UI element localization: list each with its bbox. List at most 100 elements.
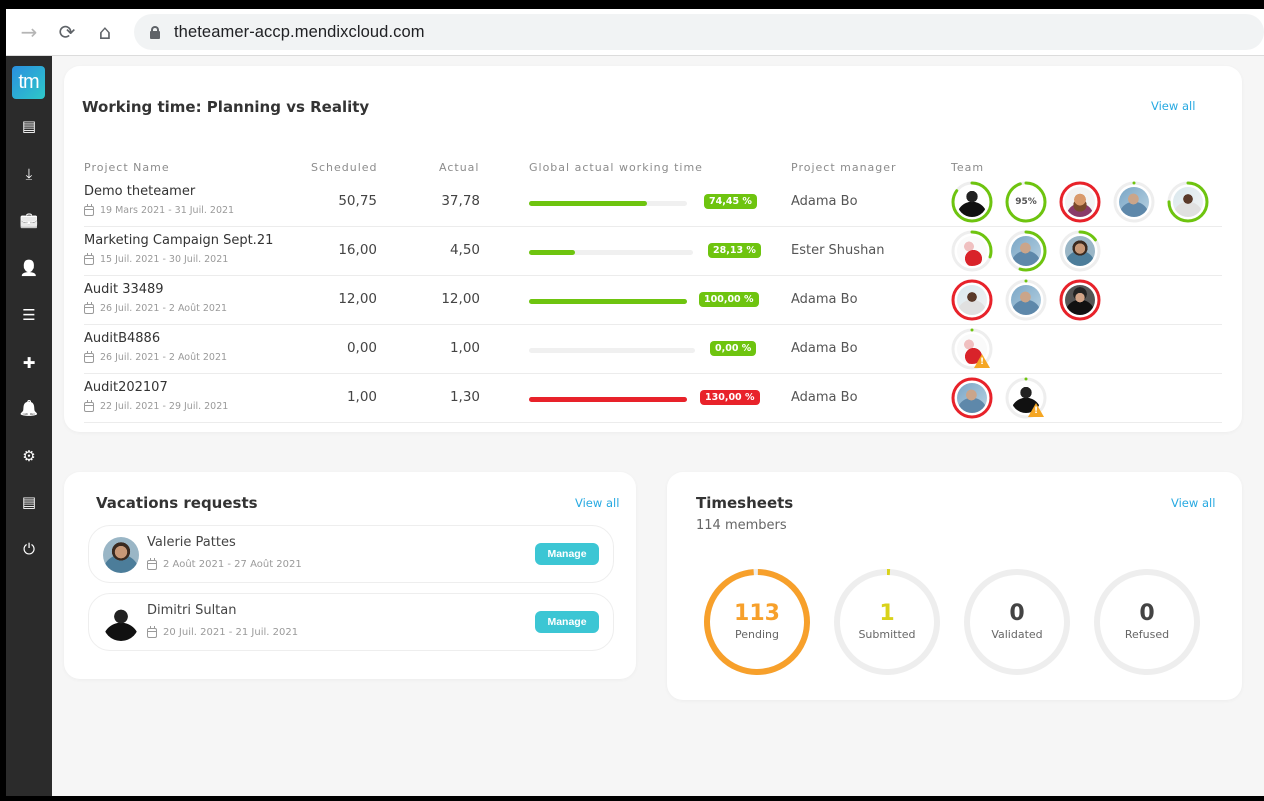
forward-arrow-icon[interactable]: → xyxy=(10,13,48,51)
lock-icon xyxy=(150,25,160,39)
main-content: Working time: Planning vs Reality View a… xyxy=(52,56,1264,796)
header-team: Team xyxy=(951,161,985,174)
table-row[interactable]: Audit202107 22 Juil. 2021 - 29 Juil. 202… xyxy=(84,374,1222,423)
team-member-avatar[interactable] xyxy=(1004,376,1048,420)
working-time-progress-track xyxy=(529,397,687,402)
project-name[interactable]: Audit202107 xyxy=(84,380,168,395)
scheduled-hours: 1,00 xyxy=(346,389,377,405)
avatar xyxy=(103,605,139,641)
team-member-avatar[interactable] xyxy=(1058,278,1102,322)
actual-hours: 12,00 xyxy=(441,291,480,307)
header-global-working-time: Global actual working time xyxy=(529,161,703,174)
team-member-avatar[interactable] xyxy=(1112,180,1156,224)
timesheet-status-refused[interactable]: 0 Refused xyxy=(1093,568,1201,676)
timesheet-label: Validated xyxy=(991,628,1043,641)
project-manager: Adama Bo xyxy=(791,390,858,405)
app-logo[interactable]: tm xyxy=(12,66,45,99)
project-dates: 15 Juil. 2021 - 30 Juil. 2021 xyxy=(84,252,229,265)
actual-hours: 4,50 xyxy=(449,242,480,258)
power-icon[interactable]: ⏻ xyxy=(6,537,52,561)
table-row[interactable]: Marketing Campaign Sept.21 15 Juil. 2021… xyxy=(84,227,1222,276)
project-date-range: 26 Juil. 2021 - 2 Août 2021 xyxy=(100,303,228,314)
team-member-avatar[interactable] xyxy=(1058,229,1102,273)
list-icon[interactable]: ▤ xyxy=(6,114,52,138)
team-member-avatar[interactable] xyxy=(950,278,994,322)
team-member-avatar[interactable] xyxy=(1004,229,1048,273)
working-time-progress-track xyxy=(529,250,693,255)
header-actual: Actual xyxy=(439,161,480,174)
vacations-view-all-link[interactable]: View all xyxy=(575,496,619,510)
timesheet-count: 113 xyxy=(734,601,780,626)
team-member-avatar[interactable] xyxy=(950,229,994,273)
calendar-icon xyxy=(84,301,94,314)
project-date-range: 15 Juil. 2021 - 30 Juil. 2021 xyxy=(100,254,229,265)
avatar-photo xyxy=(1065,187,1095,217)
working-time-progress-fill xyxy=(529,250,576,255)
vacations-title: Vacations requests xyxy=(96,494,258,512)
team-member-avatar[interactable] xyxy=(1004,278,1048,322)
calendar-icon xyxy=(84,203,94,216)
project-manager: Adama Bo xyxy=(791,341,858,356)
avatar-photo xyxy=(957,187,987,217)
calendar-icon xyxy=(147,625,157,638)
timesheet-label: Refused xyxy=(1124,628,1170,641)
manage-button[interactable]: Manage xyxy=(535,543,599,565)
plus-icon[interactable]: ✚ xyxy=(6,351,52,375)
timesheet-count: 1 xyxy=(879,601,895,626)
address-bar[interactable]: theteamer-accp.mendixcloud.com xyxy=(134,14,1264,50)
gear-icon[interactable]: ⚙ xyxy=(6,444,52,468)
working-time-progress-track xyxy=(529,348,695,353)
avatar xyxy=(103,537,139,573)
team-member-avatar[interactable] xyxy=(950,180,994,224)
warning-icon xyxy=(1028,403,1044,417)
timesheet-status-submitted[interactable]: 1 Submitted xyxy=(833,568,941,676)
project-dates: 26 Juil. 2021 - 2 Août 2021 xyxy=(84,301,228,314)
timesheet-label: Submitted xyxy=(858,628,916,641)
working-time-title: Working time: Planning vs Reality xyxy=(82,98,370,116)
team-member-avatar[interactable] xyxy=(950,376,994,420)
project-manager: Adama Bo xyxy=(791,194,858,209)
project-name[interactable]: AuditB4886 xyxy=(84,331,160,346)
working-time-progress-fill xyxy=(529,299,687,304)
table-row[interactable]: Audit 33489 26 Juil. 2021 - 2 Août 2021 … xyxy=(84,276,1222,325)
vacation-request-item: Dimitri Sultan 20 Juil. 2021 - 21 Juil. … xyxy=(88,593,614,651)
table-row[interactable]: Demo theteamer 19 Mars 2021 - 31 Juil. 2… xyxy=(84,178,1222,227)
report-icon[interactable]: ▤ xyxy=(6,490,52,514)
project-name[interactable]: Marketing Campaign Sept.21 xyxy=(84,233,273,248)
project-name[interactable]: Demo theteamer xyxy=(84,184,195,199)
actual-hours: 1,00 xyxy=(449,340,480,356)
team-member-avatar[interactable] xyxy=(1058,180,1102,224)
working-time-card: Working time: Planning vs Reality View a… xyxy=(64,66,1242,432)
table-row[interactable]: AuditB4886 26 Juil. 2021 - 2 Août 2021 0… xyxy=(84,325,1222,374)
bullet-list-icon[interactable]: ☰ xyxy=(6,303,52,327)
vacation-dates: 2 Août 2021 - 27 Août 2021 xyxy=(147,557,302,570)
scheduled-hours: 0,00 xyxy=(346,340,377,356)
user-icon[interactable]: 👤 xyxy=(6,256,52,280)
reload-icon[interactable]: ⟳ xyxy=(48,13,86,51)
bell-icon[interactable]: 🔔 xyxy=(6,396,52,420)
working-time-percent-badge: 0,00 % xyxy=(710,341,757,356)
team-member-avatar[interactable] xyxy=(1166,180,1210,224)
working-time-progress-fill xyxy=(529,397,687,402)
manage-button[interactable]: Manage xyxy=(535,611,599,633)
timesheet-label: Pending xyxy=(735,628,779,641)
download-icon[interactable]: ⤓ xyxy=(6,162,52,186)
avatar-photo xyxy=(957,285,987,315)
team-member-avatar[interactable]: 95% xyxy=(1004,180,1048,224)
briefcase-icon[interactable]: 💼 xyxy=(6,208,52,232)
working-time-percent-badge: 74,45 % xyxy=(704,194,757,209)
timesheet-status-validated[interactable]: 0 Validated xyxy=(963,568,1071,676)
vacation-request-item: Valerie Pattes 2 Août 2021 - 27 Août 202… xyxy=(88,525,614,583)
working-time-progress-track xyxy=(529,201,687,206)
timesheet-status-pending[interactable]: 113 Pending xyxy=(703,568,811,676)
timesheets-view-all-link[interactable]: View all xyxy=(1171,496,1215,510)
working-time-view-all-link[interactable]: View all xyxy=(1151,99,1195,113)
avatar-photo xyxy=(1173,187,1203,217)
timesheets-title: Timesheets xyxy=(696,494,794,512)
team-member-avatar[interactable] xyxy=(950,327,994,371)
home-icon[interactable]: ⌂ xyxy=(86,13,124,51)
project-name[interactable]: Audit 33489 xyxy=(84,282,164,297)
actual-hours: 1,30 xyxy=(449,389,480,405)
avatar-photo xyxy=(957,236,987,266)
project-dates: 19 Mars 2021 - 31 Juil. 2021 xyxy=(84,203,234,216)
